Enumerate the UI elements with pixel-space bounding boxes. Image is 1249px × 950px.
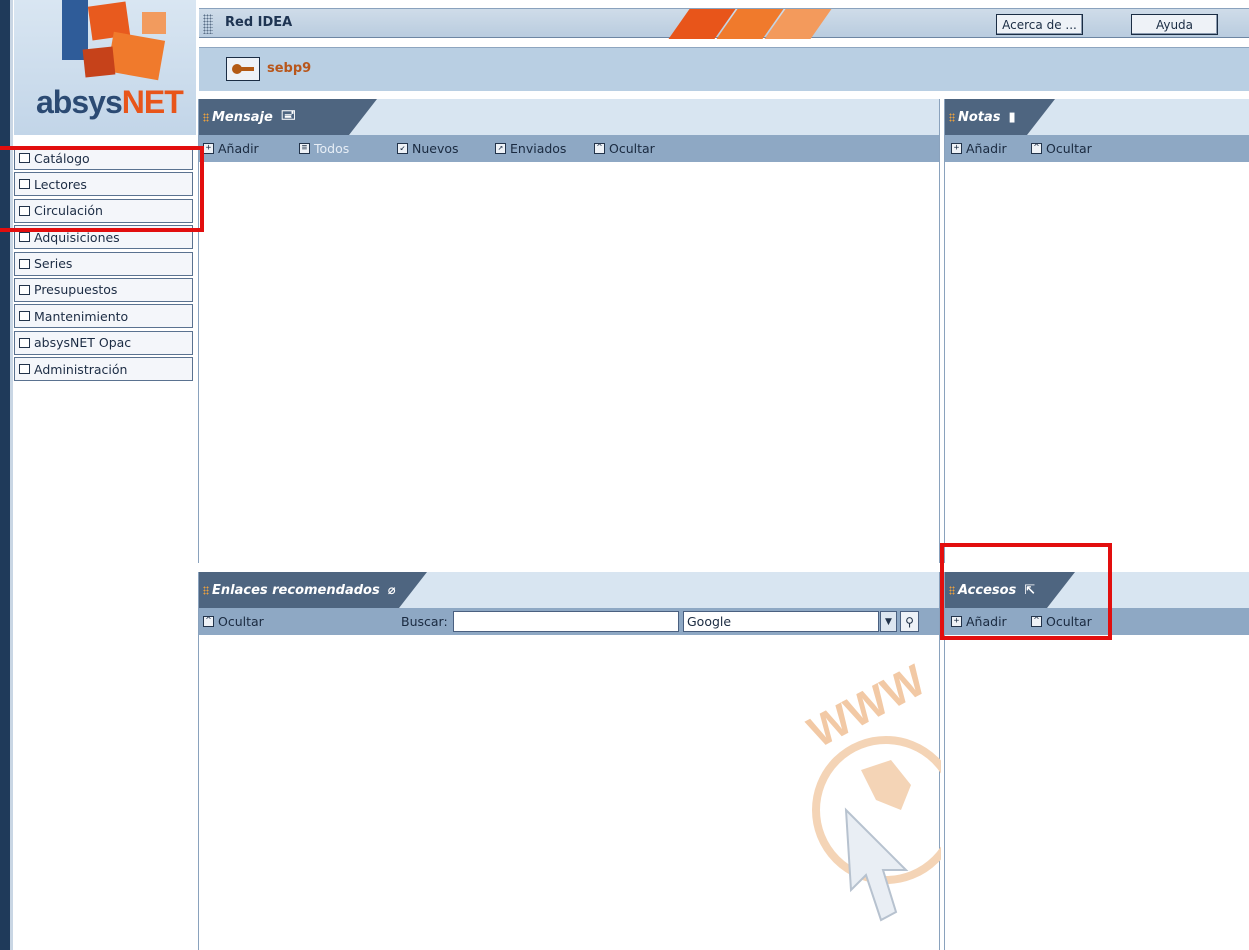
button-label: Ocultar [1046, 141, 1092, 156]
menu-item-label: Administración [34, 361, 128, 377]
key-icon [232, 64, 254, 74]
menu-item-label: Series [34, 256, 73, 272]
sidebar-edge [0, 0, 10, 950]
logo-text-net: NET [121, 84, 184, 120]
menu-item-presupuestos[interactable]: Presupuestos [14, 277, 193, 302]
about-button[interactable]: Acerca de ... [996, 14, 1083, 35]
button-label: Ocultar [218, 614, 264, 629]
folder-icon [19, 258, 30, 269]
panel-title: Mensaje [212, 109, 273, 125]
mensaje-add-button[interactable]: + Añadir [203, 135, 259, 162]
search-engine-select[interactable]: Google [683, 611, 879, 632]
folder-icon [19, 284, 30, 295]
menu-item-label: Presupuestos [34, 282, 118, 298]
mensaje-tab[interactable]: Mensaje 🖃 [199, 99, 349, 135]
button-label: Añadir [218, 141, 259, 156]
enlaces-tab[interactable]: Enlaces recomendados ⌀ [199, 572, 399, 608]
collapse-icon: ^ [203, 616, 214, 627]
mensaje-sent-button[interactable]: ↗ Enviados [495, 135, 566, 162]
inbox-icon: ↙ [397, 143, 408, 154]
button-label: Enviados [510, 141, 567, 156]
grip-dots-icon [949, 112, 955, 122]
enlaces-toolbar: ^ Ocultar Buscar: Google ▼ ⚲ [199, 608, 939, 635]
mensaje-all-button[interactable]: ≡ Todos [299, 135, 349, 162]
header-stripes [668, 9, 859, 39]
button-label: Añadir [966, 141, 1007, 156]
menu-item-label: absysNET Opac [34, 335, 132, 351]
folder-icon [19, 364, 30, 375]
panel-title: Enlaces recomendados [212, 582, 380, 598]
absysnet-logo: absysNET [14, 0, 196, 135]
annotation-box-accesos [940, 543, 1112, 640]
collapse-icon: ^ [594, 143, 605, 154]
paperclip-icon: ⌀ [387, 582, 396, 598]
absysnet-window: absysNET Catálogo Lectores Circulación A… [0, 0, 1249, 950]
note-icon: ▮ [1008, 109, 1016, 125]
folder-icon [19, 232, 30, 243]
enlaces-hide-button[interactable]: ^ Ocultar [203, 608, 264, 635]
grip-icon [203, 14, 213, 34]
enlaces-panel: Enlaces recomendados ⌀ ^ Ocultar Buscar: … [198, 572, 941, 950]
collapse-icon: ^ [1031, 143, 1042, 154]
notas-panel: Notas ▮ + Añadir ^ Ocultar [944, 99, 1249, 563]
menu-item-administracion[interactable]: Administración [14, 357, 193, 382]
plus-icon: + [951, 143, 962, 154]
menu-item-series[interactable]: Series [14, 251, 193, 276]
annotation-box-sidebar [0, 146, 204, 232]
user-bar: sebp9 [199, 47, 1249, 91]
search-input[interactable] [453, 611, 679, 632]
mensaje-toolbar: + Añadir ≡ Todos ↙ Nuevos ↗ Enviados ^ Oculta… [199, 135, 939, 162]
chevron-down-icon[interactable]: ▼ [880, 611, 897, 632]
grip-dots-icon [203, 112, 209, 122]
list-icon: ≡ [299, 143, 310, 154]
outbox-icon: ↗ [495, 143, 506, 154]
www-watermark: WWW [791, 660, 941, 950]
plus-icon: + [203, 143, 214, 154]
menu-item-mantenimiento[interactable]: Mantenimiento [14, 304, 193, 329]
search-icon[interactable]: ⚲ [900, 611, 919, 632]
menu-item-opac[interactable]: absysNET Opac [14, 330, 193, 355]
notas-toolbar: + Añadir ^ Ocultar [945, 135, 1249, 162]
folder-icon [19, 337, 30, 348]
menu-item-label: Mantenimiento [34, 308, 129, 324]
notas-add-button[interactable]: + Añadir [951, 135, 1007, 162]
notas-tab[interactable]: Notas ▮ [945, 99, 1027, 135]
grip-dots-icon [203, 585, 209, 595]
button-label: Ocultar [609, 141, 655, 156]
mensaje-new-button[interactable]: ↙ Nuevos [397, 135, 459, 162]
help-button[interactable]: Ayuda [1131, 14, 1218, 35]
sidebar-edge-inner [10, 0, 13, 950]
notas-hide-button[interactable]: ^ Ocultar [1031, 135, 1092, 162]
panel-title: Notas [958, 109, 1001, 125]
mensaje-panel: Mensaje 🖃 + Añadir ≡ Todos ↙ Nuevos ↗ Enviad… [198, 99, 940, 563]
button-label: Nuevos [412, 141, 459, 156]
left-sidebar: absysNET Catálogo Lectores Circulación A… [0, 0, 197, 950]
top-header: Red IDEA Acerca de ... Ayuda [199, 8, 1249, 39]
search-label: Buscar: [401, 614, 448, 629]
button-label: Todos [314, 141, 350, 156]
logo-text: absys [36, 84, 123, 120]
session-key-button[interactable] [226, 57, 260, 81]
message-icon: 🖃 [280, 108, 297, 123]
mensaje-hide-button[interactable]: ^ Ocultar [594, 135, 655, 162]
app-title: Red IDEA [225, 15, 293, 30]
folder-icon [19, 311, 30, 322]
username: sebp9 [267, 61, 312, 76]
